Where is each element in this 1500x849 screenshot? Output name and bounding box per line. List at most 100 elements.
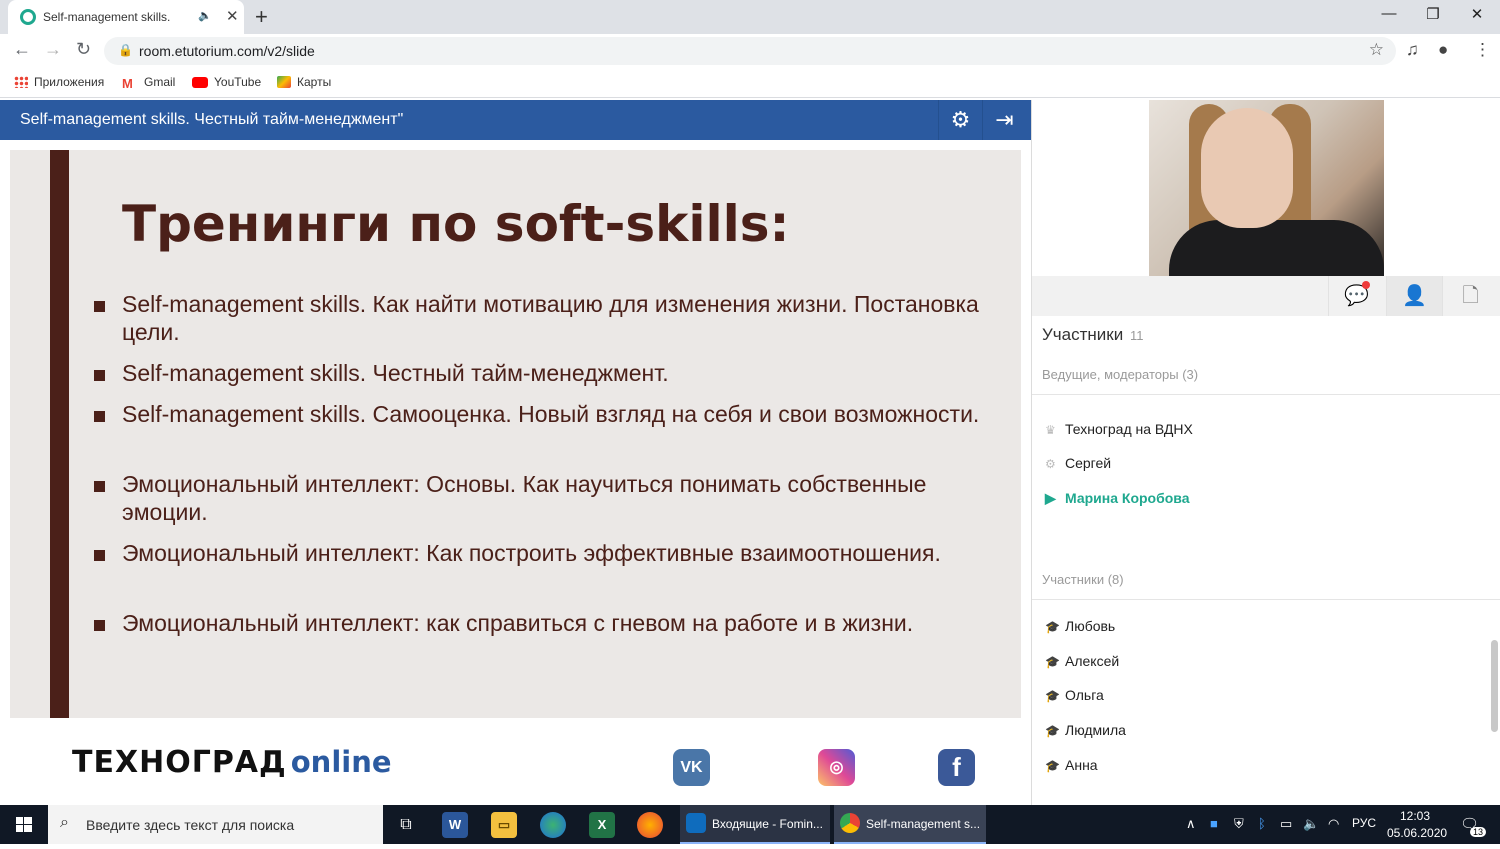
tray-expand-icon[interactable]: ∧ <box>1186 816 1196 832</box>
presentation-slide: Тренинги по soft-skills: Self-management… <box>10 150 1021 718</box>
unread-dot <box>1362 281 1370 289</box>
tab-close-icon[interactable]: ✕ <box>226 7 239 25</box>
reload-icon[interactable]: ↻ <box>76 39 91 60</box>
logo-suffix-text: online <box>290 745 392 779</box>
windows-taskbar: ⌕ Введите здесь текст для поиска ⧉ W ▭ X… <box>0 805 1500 844</box>
participants-tab[interactable]: 👤 <box>1386 276 1442 316</box>
maps-icon <box>277 76 291 88</box>
exit-button[interactable]: ⇥ <box>982 100 1026 140</box>
profile-icon[interactable]: ● <box>1438 40 1448 60</box>
presenter-video[interactable] <box>1149 100 1384 276</box>
word-icon[interactable]: W <box>442 812 468 838</box>
file-explorer-icon[interactable]: ▭ <box>491 812 517 838</box>
windows-logo-icon <box>16 817 32 832</box>
bookmark-star-icon[interactable]: ☆ <box>1369 40 1384 60</box>
bullet-square-icon <box>94 411 105 422</box>
bullet-text: Эмоциональный интеллект: Основы. Как нау… <box>122 471 927 525</box>
clock-date[interactable]: 05.06.2020 <box>1387 826 1447 840</box>
taskbar-app-label: Входящие - Fomin... <box>712 817 823 831</box>
gmail-icon: M <box>122 76 133 91</box>
address-bar[interactable]: 🔒 room.etutorium.com/v2/slide ☆ <box>104 37 1396 65</box>
participant-member[interactable]: 🎓 Любовь <box>1045 618 1115 634</box>
participant-moderator[interactable]: ⚙ Сергей <box>1045 455 1111 471</box>
participant-presenter[interactable]: ▶ Марина Коробова <box>1045 490 1190 507</box>
taskbar-search[interactable]: ⌕ Введите здесь текст для поиска <box>48 805 383 844</box>
battery-icon[interactable]: ▭ <box>1280 816 1292 832</box>
bookmark-apps[interactable]: Приложения <box>14 75 104 89</box>
clock-time[interactable]: 12:03 <box>1400 809 1430 823</box>
bullet-square-icon <box>94 550 105 561</box>
taskbar-app-outlook[interactable]: Входящие - Fomin... <box>680 805 830 844</box>
bluetooth-icon[interactable]: ᛒ <box>1258 816 1266 831</box>
close-window-button[interactable]: ✕ <box>1462 5 1492 23</box>
forward-icon[interactable]: → <box>44 39 62 60</box>
media-control-icon[interactable]: ♫ <box>1406 40 1419 60</box>
defender-icon[interactable]: ⛨ <box>1234 816 1244 832</box>
minimize-button[interactable]: — <box>1374 5 1404 22</box>
excel-icon[interactable]: X <box>589 812 615 838</box>
url-text[interactable]: room.etutorium.com/v2/slide <box>139 43 315 59</box>
settings-button[interactable]: ⚙ <box>938 100 982 140</box>
bookmark-label: YouTube <box>214 75 262 89</box>
chat-tab[interactable]: 💬 <box>1328 276 1384 316</box>
participant-member[interactable]: 🎓 Ольга <box>1045 687 1104 703</box>
bookmarks-bar: Приложения M Gmail YouTube Карты <box>0 68 1500 98</box>
file-icon: 🗋 <box>1462 285 1479 307</box>
firefox-icon[interactable] <box>637 812 663 838</box>
bullet-text: Эмоциональный интеллект: как справиться … <box>122 610 914 636</box>
wifi-icon[interactable]: ◠ <box>1328 816 1339 832</box>
video-figure <box>1169 220 1384 276</box>
bookmark-gmail[interactable]: M Gmail <box>122 75 175 91</box>
participant-host[interactable]: ♛ Техноград на ВДНХ <box>1045 421 1193 437</box>
participant-member[interactable]: 🎓 Анна <box>1045 757 1098 773</box>
participant-member[interactable]: 🎓 Людмила <box>1045 722 1126 738</box>
files-tab[interactable]: 🗋 <box>1442 276 1498 316</box>
language-indicator[interactable]: РУС <box>1352 816 1376 830</box>
graduation-cap-icon: 🎓 <box>1045 655 1060 669</box>
graduation-cap-icon: 🎓 <box>1045 620 1060 634</box>
taskbar-app-chrome[interactable]: Self-management s... <box>834 805 986 844</box>
participant-member[interactable]: 🎓 Алексей <box>1045 653 1119 669</box>
bullet-text: Self-management skills. Честный тайм-мен… <box>122 360 669 386</box>
bookmark-label: Карты <box>297 75 332 89</box>
instagram-icon[interactable]: ◎ <box>818 749 855 786</box>
maximize-button[interactable]: ❐ <box>1418 5 1448 23</box>
bullet-square-icon <box>94 301 105 312</box>
task-view-icon[interactable]: ⧉ <box>393 812 419 838</box>
outlook-tray-icon[interactable]: ■ <box>1210 816 1218 831</box>
bullet-square-icon <box>94 370 105 381</box>
bookmark-label: Приложения <box>34 75 105 89</box>
new-tab-button[interactable]: + <box>255 4 268 30</box>
volume-icon[interactable]: 🔈 <box>1303 816 1319 832</box>
exit-icon: ⇥ <box>995 107 1014 132</box>
tab-audio-icon[interactable]: 🔈 <box>198 9 212 22</box>
browser-tab[interactable]: Self-management skills. Чест 🔈 ✕ <box>8 0 244 34</box>
logo-main-text: ТЕХНОГРАД <box>72 745 287 780</box>
slide-accent-stripe <box>50 150 69 718</box>
search-placeholder: Введите здесь текст для поиска <box>86 817 295 833</box>
back-icon[interactable]: ← <box>13 39 31 60</box>
participants-scrollbar[interactable] <box>1491 640 1498 732</box>
chrome-icon <box>840 813 860 833</box>
bookmark-maps[interactable]: Карты <box>277 75 331 89</box>
crown-icon: ♛ <box>1045 423 1056 437</box>
globe-browser-icon[interactable] <box>540 812 566 838</box>
start-button[interactable] <box>0 805 48 844</box>
user-icon: 👤 <box>1402 285 1427 307</box>
members-section-label: Участники (8) <box>1042 572 1124 587</box>
vk-icon[interactable]: VK <box>673 749 710 786</box>
apps-grid-icon <box>14 76 28 88</box>
tekhnograd-logo: ТЕХНОГРАД online <box>72 745 392 780</box>
settings-gear-icon: ⚙ <box>950 107 971 132</box>
bullet-square-icon <box>94 620 105 631</box>
participant-name: Алексей <box>1065 653 1120 669</box>
outlook-icon <box>686 813 706 833</box>
play-icon: ▶ <box>1045 490 1056 506</box>
browser-menu-icon[interactable]: ⋮ <box>1474 40 1491 60</box>
notifications-badge: 13 <box>1470 827 1487 837</box>
facebook-icon[interactable]: f <box>938 749 975 786</box>
participants-title: Участники <box>1042 325 1124 344</box>
bookmark-youtube[interactable]: YouTube <box>192 75 261 89</box>
participants-count: 11 <box>1129 328 1144 343</box>
participants-heading: Участники 11 <box>1042 325 1143 345</box>
